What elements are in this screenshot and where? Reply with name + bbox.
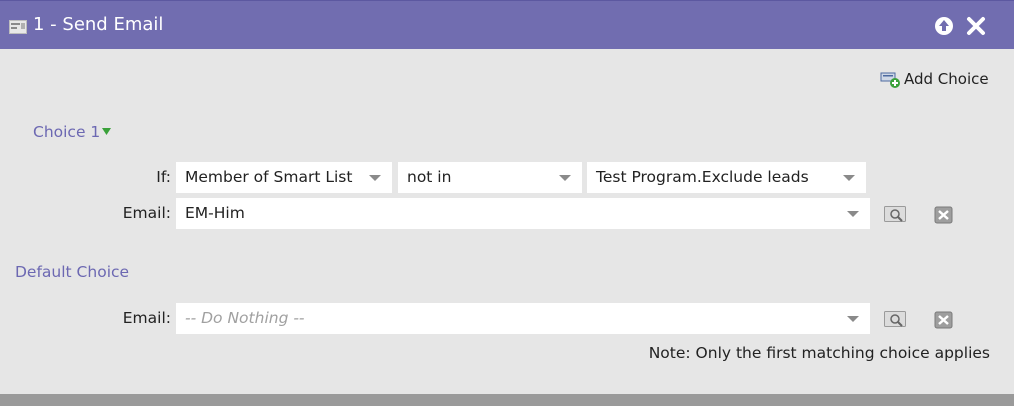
if-label: If: (156, 168, 171, 186)
operator-select[interactable]: not in (398, 162, 582, 193)
email-label: Email: (122, 204, 171, 222)
matching-note: Note: Only the first matching choice app… (648, 344, 990, 362)
chevron-down-icon (847, 211, 859, 217)
close-icon[interactable] (966, 16, 986, 36)
collapse-triangle-icon (102, 128, 112, 135)
add-choice-icon (880, 72, 900, 88)
chevron-down-icon (369, 175, 381, 181)
default-email-placeholder: -- Do Nothing -- (185, 309, 305, 327)
default-email-select[interactable]: -- Do Nothing -- (176, 303, 870, 334)
move-up-icon[interactable] (934, 16, 954, 36)
chevron-down-icon (847, 316, 859, 322)
condition-field-value: Member of Smart List (185, 168, 353, 186)
preview-email-icon[interactable] (884, 311, 906, 329)
choice-1-email-select[interactable]: EM-Him (176, 198, 870, 229)
condition-field-select[interactable]: Member of Smart List (176, 162, 392, 193)
choice-1-heading[interactable]: Choice 1 (33, 123, 112, 141)
default-email-label: Email: (122, 309, 171, 327)
preview-email-icon[interactable] (884, 206, 906, 224)
choice-1-email-value: EM-Him (185, 204, 245, 222)
choice-1-label: Choice 1 (33, 123, 101, 141)
add-choice-button[interactable]: Add Choice (880, 69, 989, 89)
flow-step-icon (9, 20, 27, 34)
smart-list-value: Test Program.Exclude leads (596, 168, 809, 186)
default-choice-heading: Default Choice (15, 263, 130, 281)
clear-default-icon[interactable] (933, 311, 955, 329)
chevron-down-icon (843, 175, 855, 181)
operator-value: not in (407, 168, 452, 186)
bottom-divider (0, 394, 1014, 406)
smart-list-select[interactable]: Test Program.Exclude leads (587, 162, 866, 193)
step-header: 1 - Send Email (0, 0, 1014, 49)
delete-choice-icon[interactable] (933, 206, 955, 224)
step-title: 1 - Send Email (33, 14, 164, 35)
add-choice-label: Add Choice (904, 70, 989, 88)
chevron-down-icon (559, 175, 571, 181)
